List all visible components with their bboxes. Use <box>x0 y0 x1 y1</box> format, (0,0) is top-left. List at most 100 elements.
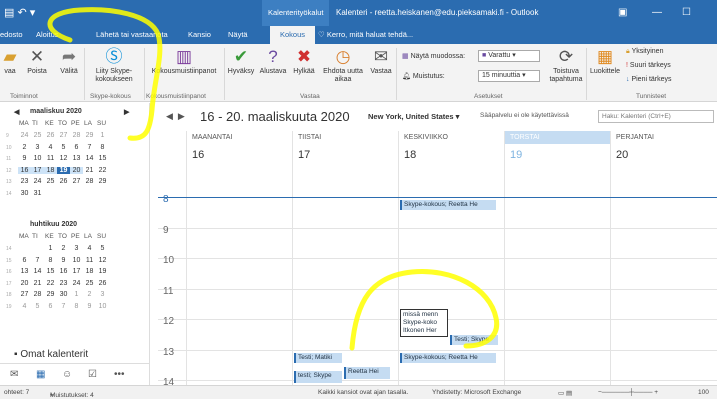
people-icon[interactable]: ☺ <box>62 369 72 380</box>
mini-calendar-day[interactable]: 27 <box>18 291 31 298</box>
mini-calendar-day[interactable]: 15 <box>44 268 57 275</box>
calendar-event[interactable]: Reetta Hei <box>344 367 390 379</box>
mini-calendar-day[interactable]: 6 <box>44 303 57 310</box>
mini-calendar-day[interactable]: 13 <box>18 268 31 275</box>
tab-home[interactable]: Aloitus <box>36 26 59 44</box>
calendar-icon[interactable]: ▦ <box>36 369 45 380</box>
mini-calendar-day[interactable]: 1 <box>44 245 57 252</box>
accept-button[interactable]: ✔ Hyväksy <box>225 46 257 76</box>
mini-calendar-day[interactable]: 22 <box>44 280 57 287</box>
high-importance-button[interactable]: ! Suuri tärkeys <box>626 62 671 69</box>
tab-send-receive[interactable]: Lähetä tai vastaanota <box>96 26 168 44</box>
mini-calendar-day[interactable]: 8 <box>70 303 83 310</box>
mini-calendar-day[interactable]: 28 <box>70 132 83 139</box>
mini-calendar-day[interactable]: 24 <box>31 178 44 185</box>
move-button[interactable]: ▰ vaa <box>0 46 20 76</box>
mini-calendar-day[interactable]: 6 <box>18 257 31 264</box>
mini-calendar-day[interactable]: 29 <box>96 178 109 185</box>
minimize-icon[interactable]: — <box>652 7 662 18</box>
my-calendars-header[interactable]: ▪ Omat kalenterit <box>14 349 88 360</box>
mail-icon[interactable]: ✉ <box>10 369 18 380</box>
mini-calendar-day[interactable]: 18 <box>44 166 57 174</box>
mini-calendar-day[interactable]: 9 <box>18 155 31 162</box>
mini-calendar-day[interactable]: 2 <box>18 144 31 151</box>
normal-view-icon[interactable]: ▭ ▤ <box>558 389 572 397</box>
mini-calendar-day[interactable]: 2 <box>83 291 96 298</box>
mini-calendar-day[interactable]: 3 <box>96 291 109 298</box>
mini-calendar-day[interactable]: 24 <box>18 132 31 139</box>
mini-calendar-day[interactable]: 30 <box>57 291 70 298</box>
mini-calendar-day[interactable]: 20 <box>18 280 31 287</box>
mini-calendar-day[interactable]: 28 <box>83 178 96 185</box>
mini-calendar-day[interactable]: 7 <box>83 144 96 151</box>
mini-calendar-day[interactable]: 10 <box>70 257 83 264</box>
calendar-event[interactable]: Testi; Matiki <box>294 353 342 363</box>
mini-calendar-day[interactable]: 26 <box>44 132 57 139</box>
mini-calendar-day[interactable]: 17 <box>31 166 44 174</box>
delete-button[interactable]: ✕ Poista <box>22 46 52 76</box>
tab-meeting[interactable]: Kokous <box>270 26 316 44</box>
mini-calendar-day[interactable]: 12 <box>57 155 70 162</box>
tasks-icon[interactable]: ☑ <box>88 369 97 380</box>
mini-calendar-day[interactable]: 21 <box>83 167 96 174</box>
calendar-event[interactable]: Testi; Skype <box>450 335 498 345</box>
day-column-header[interactable]: KESKIVIIKKO <box>398 131 504 144</box>
mini-calendar-day[interactable]: 11 <box>44 155 57 162</box>
private-button[interactable]: 🔒︎ Yksityinen <box>626 48 663 56</box>
recurrence-button[interactable]: ⟳ Toistuva tapahtuma <box>548 46 584 84</box>
meeting-notes-button[interactable]: ▥ Kokousmuistiinpanot <box>146 46 222 76</box>
mini-calendar-day[interactable]: 30 <box>18 190 31 197</box>
quick-access-icon[interactable]: ▤ ↶ ▾ <box>4 6 35 19</box>
calendar-event[interactable]: Skype-kokous; Reetta He <box>400 200 496 210</box>
mini-calendar-day[interactable]: 14 <box>83 155 96 162</box>
mini-calendar-day[interactable]: 10 <box>96 303 109 310</box>
mini-calendar-day[interactable]: 9 <box>57 257 70 264</box>
day-column-header[interactable]: MAANANTAI <box>186 131 292 144</box>
mini-calendar-day[interactable]: 7 <box>31 257 44 264</box>
mini-calendar-day[interactable]: 16 <box>18 166 31 174</box>
mini-calendar-day[interactable]: 10 <box>31 155 44 162</box>
next-month-icon[interactable]: ▶ <box>124 108 129 116</box>
mini-calendar-day[interactable]: 26 <box>57 178 70 185</box>
mini-calendar-day[interactable]: 14 <box>31 268 44 275</box>
location-selector[interactable]: New York, United States ▾ <box>368 112 459 121</box>
mini-calendar-day[interactable]: 11 <box>83 257 96 264</box>
mini-calendar-day[interactable]: 4 <box>83 245 96 252</box>
tab-file[interactable]: edosto <box>0 26 23 44</box>
low-importance-button[interactable]: ↓ Pieni tärkeys <box>626 76 672 83</box>
join-skype-button[interactable]: Ⓢ Liity Skype-kokoukseen <box>86 46 142 84</box>
forward-button[interactable]: ➦ Välitä <box>56 46 82 76</box>
mini-calendar-day[interactable]: 13 <box>70 155 83 162</box>
mini-calendar-day[interactable]: 12 <box>96 257 109 264</box>
propose-time-button[interactable]: ◷ Ehdota uutta aikaa <box>320 46 366 84</box>
mini-calendar-day[interactable]: 5 <box>57 144 70 151</box>
date-nav-arrows[interactable]: ◀ ▶ <box>166 111 185 122</box>
calendar-event[interactable]: testi; Skype <box>294 371 342 383</box>
categorize-button[interactable]: ▦ Luokittele <box>588 46 622 76</box>
mini-calendar-day[interactable]: 29 <box>44 291 57 298</box>
show-as-combo[interactable]: ■ Varattu ▾ <box>478 50 540 62</box>
mini-calendar-day[interactable]: 3 <box>31 144 44 151</box>
decline-button[interactable]: ✖ Hylkää <box>289 46 319 76</box>
mini-calendar-day[interactable]: 8 <box>44 257 57 264</box>
mini-calendar-day[interactable]: 4 <box>18 303 31 310</box>
day-column-header[interactable]: PERJANTAI <box>610 131 716 144</box>
week-grid[interactable]: MAANANTAI 16 TIISTAI 17 KESKIVIIKKO 18 TORSTAI… <box>158 131 717 388</box>
mini-calendar-day[interactable]: 9 <box>83 303 96 310</box>
mini-calendar-day[interactable]: 27 <box>57 132 70 139</box>
mini-calendar-day[interactable]: 29 <box>83 132 96 139</box>
mini-calendar-day[interactable]: 7 <box>57 303 70 310</box>
mini-calendar-day[interactable]: 5 <box>96 245 109 252</box>
prev-month-icon[interactable]: ◀ <box>14 108 19 116</box>
mini-calendar-day[interactable]: 5 <box>31 303 44 310</box>
mini-calendar-day[interactable]: 18 <box>83 268 96 275</box>
mini-calendar-day[interactable]: 4 <box>44 144 57 151</box>
maximize-icon[interactable]: ☐ <box>682 7 691 18</box>
mini-calendar-day[interactable]: 1 <box>96 132 109 139</box>
mini-calendar-day[interactable]: 17 <box>70 268 83 275</box>
more-icon[interactable]: ••• <box>114 369 125 380</box>
mini-calendar-day[interactable]: 3 <box>70 245 83 252</box>
calendar-event[interactable]: missä menn Skype-koko Itkonen Her <box>400 309 448 337</box>
mini-calendar-day[interactable]: 15 <box>96 155 109 162</box>
mini-calendar-day[interactable]: 2 <box>57 245 70 252</box>
